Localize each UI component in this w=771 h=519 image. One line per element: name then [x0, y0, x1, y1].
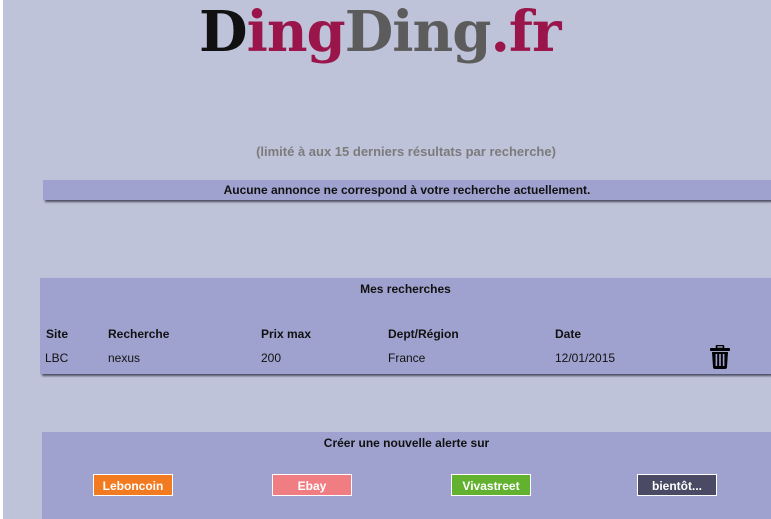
my-searches-panel: Mes recherches Site Recherche Prix max D… [40, 278, 771, 374]
new-alert-title: Créer une nouvelle alerte sur [323, 436, 490, 450]
leboncoin-button[interactable]: Leboncoin [93, 474, 173, 496]
page-left-edge [0, 0, 3, 519]
cell-date: 12/01/2015 [555, 351, 616, 365]
logo-part-d: D [199, 0, 248, 65]
cell-site: LBC [45, 351, 69, 365]
results-limit-note: (limité à aux 15 derniers résultats par … [256, 144, 556, 159]
header-date: Date [555, 327, 582, 341]
no-results-message: Aucune annonce ne correspond à votre rec… [223, 183, 591, 197]
cell-query: nexus [108, 351, 141, 365]
no-results-banner: Aucune annonce ne correspond à votre rec… [43, 180, 771, 200]
new-alert-panel: Créer une nouvelle alerte sur Leboncoin … [42, 432, 771, 519]
logo-part-tld: .fr [490, 0, 561, 65]
header-query: Recherche [108, 327, 170, 341]
header-region: Dept/Région [388, 327, 459, 341]
header-site: Site [46, 327, 69, 341]
logo-part-ding: Ding [344, 0, 492, 65]
coming-soon-button[interactable]: bientôt... [637, 474, 717, 496]
logo-part-ing: ing [246, 0, 346, 65]
cell-max-price: 200 [261, 351, 282, 365]
site-logo[interactable]: DingDing.fr [199, 0, 562, 65]
my-searches-title: Mes recherches [360, 282, 451, 296]
cell-region: France [388, 351, 426, 365]
trash-icon[interactable] [710, 344, 730, 369]
header-max-price: Prix max [261, 327, 312, 341]
vivastreet-button[interactable]: Vivastreet [451, 474, 531, 496]
ebay-button[interactable]: Ebay [272, 474, 352, 496]
